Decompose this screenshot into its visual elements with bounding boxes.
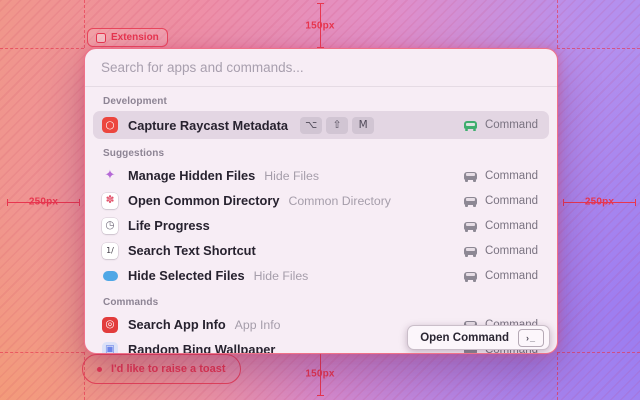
command-type-accessory: Command — [463, 119, 540, 131]
command-type-label: Command — [484, 269, 538, 282]
section-header: Commands — [103, 297, 159, 308]
checkbox-icon — [96, 32, 106, 43]
measure-label: 250px — [584, 196, 615, 208]
command-row[interactable]: ✽ Open Common Directory Common Directory Co… — [93, 188, 549, 213]
open-common-directory-icon: ✽ — [102, 192, 118, 209]
extension-chip-label: Extension — [111, 32, 159, 43]
command-type-accessory: Command — [463, 269, 540, 282]
guide-line — [0, 48, 84, 49]
bullet-dot-icon — [97, 366, 102, 372]
command-title: Manage Hidden Files — [128, 168, 256, 183]
search-app-info-icon: ◎ — [102, 316, 118, 333]
terminal-key-icon: ›_ — [518, 328, 544, 347]
hide-selected-files-icon — [102, 270, 118, 281]
car-icon — [463, 196, 477, 207]
manage-hidden-files-icon: ✦ — [104, 168, 116, 183]
search-text-shortcut-icon: 1/ — [102, 242, 118, 259]
car-icon — [463, 171, 477, 182]
shortcut-keys: ⌥ ⇧ M — [300, 116, 375, 134]
open-command-label: Open Command — [420, 331, 509, 344]
car-icon — [463, 121, 477, 131]
guide-line — [557, 352, 640, 353]
car-icon — [463, 221, 477, 232]
guide-line — [557, 0, 558, 48]
command-type-accessory: Command — [463, 194, 540, 207]
section-header: Development — [103, 96, 167, 107]
design-canvas: 150px 150px 250px 250px Extension I'd li… — [0, 0, 640, 400]
capture-raycast-metadata-icon: ○ — [102, 117, 118, 133]
key-badge: M — [352, 116, 375, 134]
command-row[interactable]: ◷ Life Progress Command — [93, 213, 549, 238]
guide-line — [0, 352, 84, 353]
command-title: Random Bing Wallpaper — [128, 342, 276, 354]
guide-line — [557, 352, 558, 400]
guide-line — [557, 48, 640, 49]
car-icon — [463, 271, 477, 282]
car-icon — [463, 246, 477, 257]
command-row[interactable]: 1/Search Text Shortcut Command — [93, 238, 549, 263]
command-type-label: Command — [484, 194, 538, 207]
command-row[interactable]: Hide Selected Files Hide Files Command — [93, 263, 549, 288]
section-header: Suggestions — [103, 148, 165, 159]
command-palette-window: Development ○ Capture Raycast Metadata ⌥⇧M C… — [84, 48, 558, 354]
command-type-label: Command — [484, 119, 538, 131]
command-title: Search App Info — [128, 317, 226, 332]
command-title: Capture Raycast Metadata — [128, 117, 289, 133]
key-badge: ⌥ — [300, 116, 323, 134]
command-list: Development ○ Capture Raycast Metadata ⌥ ⇧ M C… — [85, 87, 557, 354]
command-title: Hide Selected Files — [128, 268, 245, 283]
guide-line — [84, 0, 85, 48]
command-type-accessory: Command — [463, 169, 540, 182]
measure-label: 150px — [305, 20, 335, 31]
command-title: Search Text Shortcut — [128, 243, 256, 258]
command-type-accessory: Command — [463, 244, 540, 257]
life-progress-icon: ◷ — [102, 217, 118, 234]
command-title: Life Progress — [128, 218, 210, 233]
toast-chip-label: I'd like to raise a toast — [111, 363, 226, 375]
command-type-accessory: Command — [463, 219, 540, 232]
search-input[interactable] — [85, 49, 557, 86]
command-type-label: Command — [484, 169, 538, 182]
command-title: Open Common Directory — [128, 193, 280, 208]
command-subtitle: App Info — [234, 317, 281, 332]
command-subtitle: Common Directory — [288, 193, 391, 208]
key-badge: ⇧ — [326, 116, 349, 134]
measure-label: 150px — [305, 368, 335, 380]
command-row[interactable]: ✦ Manage Hidden Files Hide Files Command — [93, 163, 549, 188]
random-bing-wallpaper-icon: ▣ — [102, 341, 118, 353]
command-row[interactable]: ○ Capture Raycast Metadata ⌥ ⇧ M Command — [93, 111, 549, 139]
command-type-label: Command — [484, 244, 538, 257]
extension-chip[interactable]: Extension — [87, 28, 168, 47]
open-command-hint[interactable]: Open Command ›_ — [407, 325, 550, 350]
command-subtitle: Hide Files — [264, 168, 319, 183]
toast-chip[interactable]: I'd like to raise a toast — [82, 354, 241, 384]
measure-label: 250px — [28, 196, 59, 208]
command-type-label: Command — [484, 219, 538, 232]
command-subtitle: Hide Files — [253, 268, 309, 283]
